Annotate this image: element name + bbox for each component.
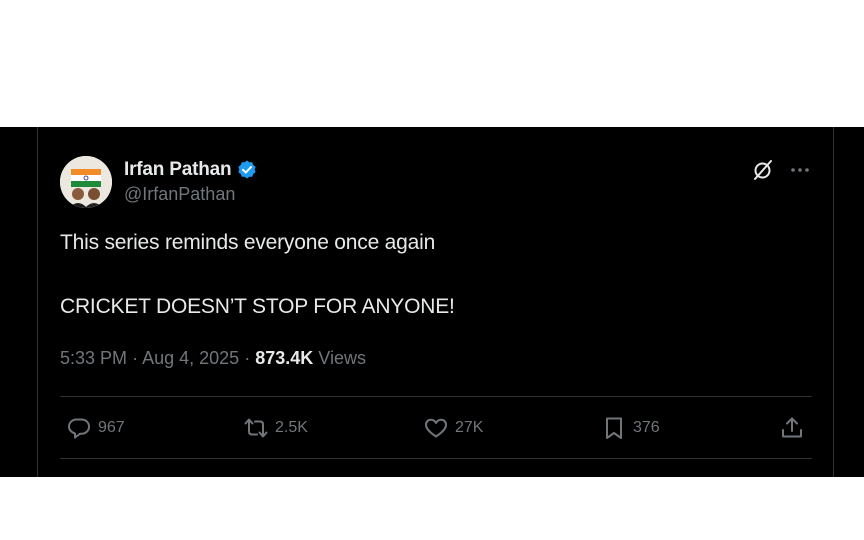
tweet-text-line-1: This series reminds everyone once again xyxy=(60,231,436,254)
heart-icon xyxy=(423,415,449,441)
tweet-text-line-2: CRICKET DOESN’T STOP FOR ANYONE! xyxy=(60,295,455,318)
like-count: 27K xyxy=(455,419,484,436)
verified-badge-icon xyxy=(236,159,258,181)
tweet-time[interactable]: 5:33 PM xyxy=(60,348,127,368)
tweet-date[interactable]: Aug 4, 2025 xyxy=(142,348,239,368)
share-button[interactable] xyxy=(779,414,805,442)
divider-bottom xyxy=(60,458,812,459)
reply-count: 967 xyxy=(98,419,125,436)
bookmark-count: 376 xyxy=(633,419,660,436)
meta-separator: · xyxy=(244,348,251,368)
timeline-border-left xyxy=(37,127,38,477)
author-handle[interactable]: @IrfanPathan xyxy=(124,184,235,205)
more-icon[interactable] xyxy=(787,157,813,183)
author-display-name[interactable]: Irfan Pathan xyxy=(124,159,232,181)
bookmark-button[interactable]: 376 xyxy=(601,414,660,442)
tweet-meta: 5:33 PM · Aug 4, 2025 · 873.4K Views xyxy=(60,348,366,369)
like-button[interactable]: 27K xyxy=(423,414,483,442)
reply-button[interactable]: 967 xyxy=(66,414,125,442)
avatar[interactable] xyxy=(60,156,112,208)
tweet-card: Irfan Pathan @IrfanPathan This series re… xyxy=(0,127,864,477)
repost-button[interactable]: 2.5K xyxy=(243,414,308,442)
timeline-border-right xyxy=(833,127,834,477)
views-label: Views xyxy=(318,348,366,368)
repost-icon xyxy=(243,415,269,441)
author-name-row[interactable]: Irfan Pathan xyxy=(124,157,258,183)
reply-icon xyxy=(66,415,92,441)
grok-icon[interactable] xyxy=(751,158,775,182)
bookmark-icon xyxy=(601,415,627,441)
meta-separator: · xyxy=(132,348,139,368)
share-icon xyxy=(779,415,805,441)
views-count[interactable]: 873.4K xyxy=(255,348,313,368)
repost-count: 2.5K xyxy=(275,419,308,436)
divider-top xyxy=(60,396,812,397)
